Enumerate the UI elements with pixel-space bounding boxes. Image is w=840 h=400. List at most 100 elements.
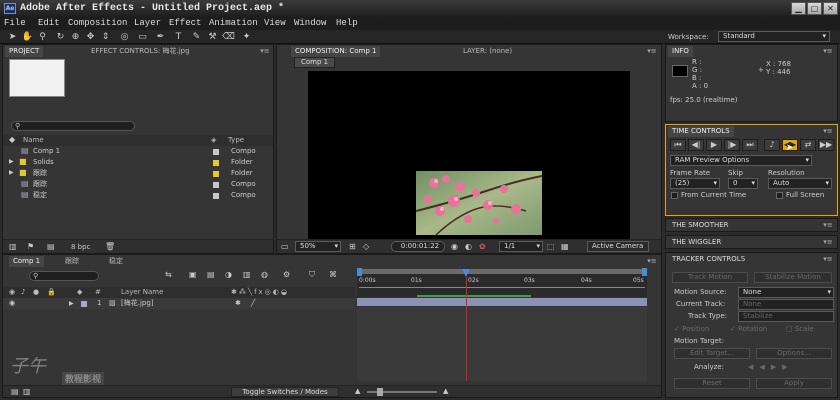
panel-menu-icon[interactable]: ▾≡ [258,47,272,55]
list-item[interactable]: ▶ ■ Solids Folder [3,157,273,168]
panel-menu-icon[interactable]: ▾≡ [821,47,835,55]
track-type-select[interactable]: Stabilize [738,311,834,322]
full-screen-checkbox[interactable] [776,192,783,199]
maximize-icon[interactable]: ▢ [807,2,822,15]
panel-menu-icon[interactable]: ▾≡ [645,47,659,55]
timeline-track-area[interactable] [357,307,647,381]
label-swatch[interactable] [81,301,87,307]
last-frame-icon[interactable]: ⏭ [742,139,758,151]
col-name[interactable]: Name [23,135,44,146]
hide-shy-icon[interactable]: ◑ [225,270,232,280]
motion-source-select[interactable]: None ▾ [738,287,834,298]
tab-project[interactable]: PROJECT [5,46,44,57]
zoom-slider-thumb[interactable] [377,388,383,396]
tab-composition[interactable]: COMPOSITION: Comp 1 [291,46,381,57]
tab-wiggler[interactable]: THE WIGGLER [672,237,721,248]
scale-checkbox[interactable]: □ Scale [786,324,814,334]
list-item[interactable]: ▤ 跟踪 Compo [3,179,273,190]
workspace-select[interactable]: Standard ▾ [718,31,830,42]
magnification-select[interactable]: 50% ▾ [295,241,341,252]
show-snapshot-icon[interactable]: ◐ [465,242,472,252]
tab-effect-controls[interactable]: EFFECT CONTROLS: 梅花.jpg [91,46,190,57]
transparency-grid-icon[interactable]: ▦ [561,242,569,252]
tab-tracker-controls[interactable]: TRACKER CONTROLS [672,254,745,265]
current-time-indicator[interactable] [466,277,467,381]
mask-visibility-icon[interactable]: ◇ [363,242,369,252]
zoom-tool-icon[interactable]: ⚲ [36,31,49,43]
tab-info[interactable]: INFO [668,46,693,57]
current-time-display[interactable]: 0:00:01:22 [391,241,445,252]
panel-menu-icon[interactable]: ▾≡ [821,255,835,263]
camera-track-z-icon[interactable]: ⇕ [99,31,112,43]
options-button[interactable]: Options... [756,348,832,359]
channel-icon[interactable]: ✿ [479,242,486,252]
visibility-icon[interactable]: ◉ [9,298,15,309]
brush-tool-icon[interactable]: ✎ [190,31,203,43]
panel-menu-icon[interactable]: ▾≡ [821,238,835,246]
brainstorm-icon[interactable]: ⚙ [283,270,290,280]
layer-duration-bar[interactable] [357,298,647,306]
current-track-select[interactable]: None [738,299,834,310]
table-row[interactable]: ◉ ▶ 1 ▨ [梅花.jpg] ✱ ╱ [3,298,355,309]
draft-3d-icon[interactable]: ▤ [207,270,215,280]
tab-timeline-track[interactable]: 跟踪 [65,256,79,267]
comp-breadcrumb-button[interactable]: Comp 1 [294,57,336,68]
minimize-icon[interactable]: ▁ [791,2,806,15]
quality-switch-icon[interactable]: ╱ [251,298,255,309]
analyze-buttons-icon[interactable]: ◀◀▶▶ [748,362,794,372]
delete-icon[interactable]: 🗑 [105,242,115,252]
comp-mini-flowchart-icon[interactable]: ⇆ [165,270,172,280]
auto-keyframe-icon[interactable]: ⌘ [329,270,337,280]
position-checkbox[interactable]: ✓ Position [674,324,709,334]
hand-tool-icon[interactable]: ✋ [21,31,34,43]
tab-time-controls[interactable]: TIME CONTROLS [668,126,734,137]
toggle-switches-modes-button[interactable]: Toggle Switches / Modes [231,387,339,397]
col-type[interactable]: Type [228,135,244,146]
list-item[interactable]: ▤ 稳定 Compo [3,190,273,201]
frame-blending-icon[interactable]: ▥ [243,270,251,280]
grid-icon[interactable]: ⊞ [349,242,356,252]
edit-target-button[interactable]: Edit Target... [674,348,750,359]
work-area-end-handle[interactable] [642,268,647,276]
text-tool-icon[interactable]: T [172,31,185,43]
ram-preview-icon[interactable]: ▶▶ [818,139,834,151]
expand-arrow-icon[interactable]: ▶ [9,168,14,178]
pan-behind-icon[interactable]: ◎ [118,31,131,43]
resolution-select[interactable]: 1/1 ▾ [499,241,543,252]
menu-animation[interactable]: Animation [209,17,258,30]
zoom-in-icon[interactable]: ▲ [443,386,448,396]
always-preview-icon[interactable]: ▭ [281,242,289,252]
panel-menu-icon[interactable]: ▾≡ [821,127,835,135]
eraser-tool-icon[interactable]: ⌫ [222,31,235,43]
play-icon[interactable]: ▶ [706,139,722,151]
resolution-preview-select[interactable]: Auto ▾ [768,178,832,189]
region-of-interest-icon[interactable]: ⬚ [547,242,555,252]
audio-icon[interactable]: ♪ [764,139,780,151]
stabilize-motion-button[interactable]: Stabilize Motion [754,272,832,283]
menu-file[interactable]: File [4,17,26,30]
tab-smoother[interactable]: THE SMOOTHER [672,220,729,231]
camera-track-xy-icon[interactable]: ✥ [84,31,97,43]
tab-timeline-comp1[interactable]: Comp 1 [9,256,45,267]
expand-arrow-icon[interactable]: ▶ [69,298,74,309]
menu-window[interactable]: Window [294,17,326,30]
motion-blur-icon[interactable]: ◍ [261,270,268,280]
menu-effect[interactable]: Effect [169,17,201,30]
interpret-footage-icon[interactable]: ▥ [9,242,17,252]
layer-name[interactable]: [梅花.jpg] [121,298,154,309]
menu-composition[interactable]: Composition [68,17,127,30]
next-frame-icon[interactable]: |▶ [724,139,740,151]
rectangle-tool-icon[interactable]: ▭ [136,31,149,43]
pen-tool-icon[interactable]: ✒ [154,31,167,43]
ram-preview-loop-icon[interactable]: ⇄ [800,139,816,151]
timeline-search-input[interactable]: ⚲ [29,271,99,281]
new-composition-icon[interactable]: ▤ [47,242,55,252]
rotation-checkbox[interactable]: ✓ Rotation [730,324,767,334]
reset-button[interactable]: Reset [674,378,750,389]
apply-button[interactable]: Apply [756,378,832,389]
puppet-pin-icon[interactable]: ✦ [240,31,253,43]
time-ruler[interactable]: 0:00s 01s 02s 03s 04s 05s [357,268,647,297]
tab-layer[interactable]: LAYER: (none) [463,46,512,57]
selection-tool-icon[interactable]: ➤ [6,31,19,43]
menu-help[interactable]: Help [336,17,358,30]
